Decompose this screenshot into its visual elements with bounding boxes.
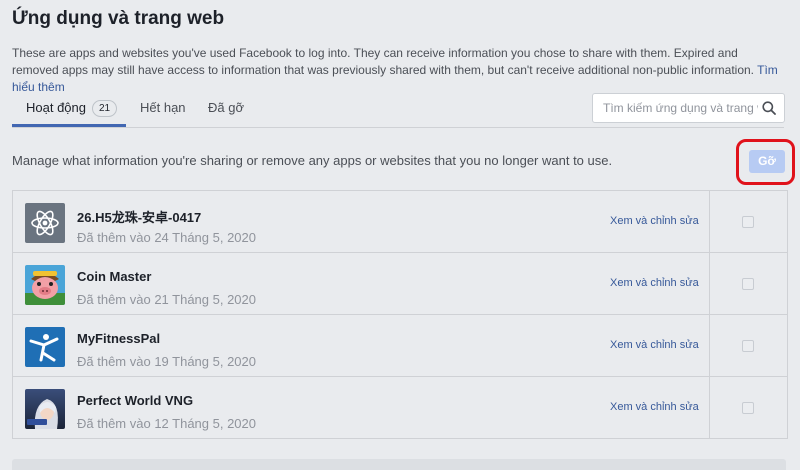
app-select-checkbox[interactable]	[742, 340, 754, 352]
tab-active[interactable]: Hoạt động 21	[26, 86, 118, 126]
search-icon[interactable]	[762, 101, 776, 115]
app-added-date: Đã thêm vào 12 Tháng 5, 2020	[77, 416, 256, 431]
app-added-date: Đã thêm vào 24 Tháng 5, 2020	[77, 230, 256, 245]
tab-active-underline	[12, 124, 126, 127]
view-edit-link[interactable]: Xem và chỉnh sửa	[610, 277, 699, 289]
app-row: 26.H5龙珠-安卓-0417 Đã thêm vào 24 Tháng 5, …	[13, 191, 787, 253]
coin-master-icon	[25, 265, 65, 305]
myfitnesspal-icon	[25, 327, 65, 367]
tab-expired[interactable]: Hết hạn	[140, 86, 186, 126]
bottom-panel-edge	[12, 459, 786, 470]
row-divider	[709, 315, 710, 376]
app-name: Coin Master	[77, 269, 152, 284]
app-name: 26.H5龙珠-安卓-0417	[77, 210, 202, 225]
app-added-date: Đã thêm vào 21 Tháng 5, 2020	[77, 292, 256, 307]
row-divider	[709, 377, 710, 438]
app-name: MyFitnessPal	[77, 331, 161, 346]
tab-expired-label: Hết hạn	[140, 100, 186, 115]
manage-instructions: Manage what information you're sharing o…	[12, 153, 613, 168]
remove-button[interactable]: Gỡ	[749, 150, 785, 173]
tab-active-label: Hoạt động	[26, 100, 86, 115]
app-list: 26.H5龙珠-安卓-0417 Đã thêm vào 24 Tháng 5, …	[12, 190, 788, 439]
app-name: Perfect World VNG	[77, 393, 194, 408]
view-edit-link[interactable]: Xem và chỉnh sửa	[610, 339, 699, 351]
tab-removed-label: Đã gỡ	[208, 100, 244, 115]
page-title: Ứng dụng và trang web	[12, 8, 225, 29]
perfect-world-icon	[25, 389, 65, 429]
description-text: These are apps and websites you've used …	[12, 46, 754, 77]
row-divider	[709, 253, 710, 314]
atom-icon	[25, 203, 65, 243]
app-select-checkbox[interactable]	[742, 216, 754, 228]
view-edit-link[interactable]: Xem và chỉnh sửa	[610, 401, 699, 413]
app-row: MyFitnessPal Đã thêm vào 19 Tháng 5, 202…	[13, 315, 787, 377]
search-box	[592, 93, 785, 123]
search-input[interactable]	[603, 100, 758, 116]
app-select-checkbox[interactable]	[742, 402, 754, 414]
row-divider	[709, 191, 710, 252]
tab-active-count-badge: 21	[92, 100, 118, 117]
tab-removed[interactable]: Đã gỡ	[208, 86, 244, 126]
app-row: Perfect World VNG Đã thêm vào 12 Tháng 5…	[13, 377, 787, 438]
app-select-checkbox[interactable]	[742, 278, 754, 290]
app-row: Coin Master Đã thêm vào 21 Tháng 5, 2020…	[13, 253, 787, 315]
app-added-date: Đã thêm vào 19 Tháng 5, 2020	[77, 354, 256, 369]
view-edit-link[interactable]: Xem và chỉnh sửa	[610, 215, 699, 227]
